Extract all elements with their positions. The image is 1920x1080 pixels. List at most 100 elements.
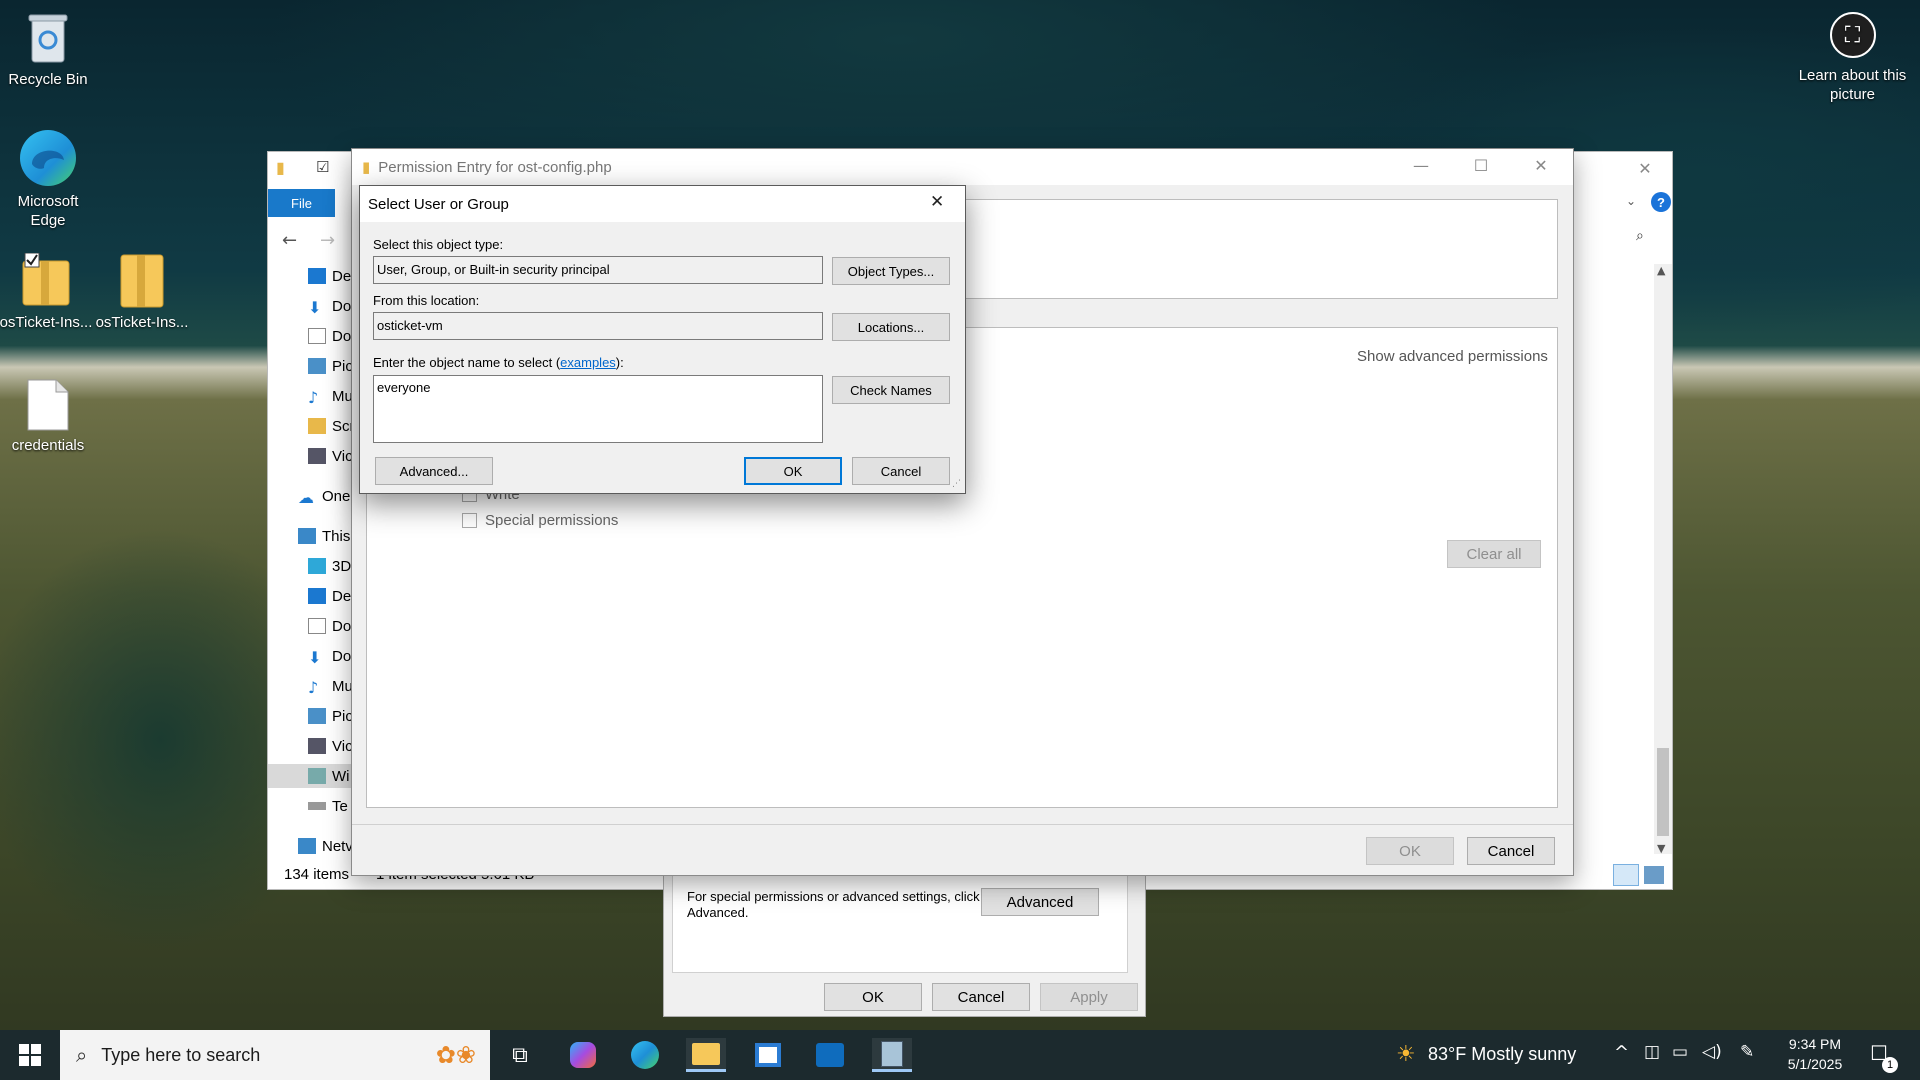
chevron-down-icon[interactable]: ⌄ [1626, 194, 1636, 208]
close-icon[interactable]: ✕ [930, 192, 944, 212]
scroll-down-icon[interactable]: ▼ [1657, 842, 1665, 855]
tree-item[interactable]: Pic [308, 704, 353, 728]
tree-item[interactable]: 3D [308, 554, 351, 578]
tree-item[interactable]: ♪ Mu [308, 674, 353, 698]
maximize-icon[interactable]: ☐ [1452, 149, 1510, 181]
check-names-button[interactable]: Check Names [832, 376, 950, 404]
thumbnail-view-icon[interactable] [1644, 866, 1664, 884]
scrollbar[interactable]: ▲ ▼ [1654, 264, 1672, 855]
file-tab[interactable]: File [268, 189, 335, 217]
object-name-input[interactable]: everyone [373, 375, 823, 443]
device-icon[interactable]: ◫ [1644, 1042, 1660, 1062]
properties-window: For special permissions or advanced sett… [663, 872, 1146, 1017]
desktop-icon-osticket-1[interactable]: osTicket-Ins... [0, 253, 94, 332]
tree-item-onedrive[interactable]: ☁ One [298, 484, 350, 508]
dialog-ok-button[interactable]: OK [744, 457, 842, 485]
forward-arrow-icon[interactable]: → [320, 230, 335, 251]
clear-all-button[interactable]: Clear all [1447, 540, 1541, 568]
properties-cancel-button[interactable]: Cancel [932, 983, 1030, 1011]
locations-button[interactable]: Locations... [832, 313, 950, 341]
object-name-label-suffix: ): [615, 355, 624, 370]
volume-icon[interactable]: ◁) [1702, 1042, 1722, 1062]
task-view-icon[interactable]: ⧉ [500, 1038, 540, 1072]
tree-item[interactable]: De [308, 584, 351, 608]
tree-item-label: Do [332, 327, 352, 345]
location-field: osticket-vm [373, 312, 823, 340]
tree-item[interactable]: Te [308, 794, 348, 818]
text-file-icon [27, 379, 69, 431]
store-icon[interactable] [748, 1038, 788, 1072]
edge-icon [20, 130, 76, 186]
file-explorer-taskbar-icon[interactable] [686, 1038, 726, 1072]
tree-item-label: This [322, 527, 351, 545]
desktop-icon-osticket-2[interactable]: osTicket-Ins... [94, 253, 190, 332]
permission-ok-button[interactable]: OK [1366, 837, 1454, 865]
server-manager-icon[interactable] [872, 1038, 912, 1072]
close-icon[interactable]: ✕ [1512, 149, 1570, 181]
properties-apply-button[interactable]: Apply [1040, 983, 1138, 1011]
checkbox[interactable] [462, 513, 477, 528]
tree-item[interactable]: De [308, 264, 351, 288]
recycle-bin-icon [28, 14, 68, 63]
clock[interactable]: 9:34 PM 5/1/2025 [1770, 1034, 1860, 1074]
tree-item[interactable]: Vic [308, 444, 353, 468]
tree-item[interactable]: ⬇ Do [308, 294, 351, 318]
desktop-icon-recycle-bin[interactable]: Recycle Bin [0, 10, 96, 89]
dialog-title: Select User or Group [368, 195, 509, 213]
close-icon[interactable]: ✕ [1616, 152, 1674, 184]
copilot-icon[interactable] [563, 1038, 603, 1072]
resize-grip-icon[interactable]: ⋰ [952, 479, 961, 489]
tree-item-label: Vic [332, 447, 353, 465]
tree-item-label: Do [332, 617, 352, 635]
show-advanced-permissions-link[interactable]: Show advanced permissions [1357, 348, 1548, 365]
edge-taskbar-icon[interactable] [625, 1038, 665, 1072]
tree-item[interactable]: Vic [308, 734, 353, 758]
advanced-button[interactable]: Advanced... [375, 457, 493, 485]
tree-item[interactable]: ♪ Mu [308, 384, 353, 408]
download-icon: ⬇ [308, 298, 322, 317]
tree-item[interactable]: Do [308, 614, 351, 638]
properties-panel: For special permissions or advanced sett… [672, 873, 1128, 973]
tree-item[interactable]: ⬇ Do [308, 644, 351, 668]
weather-icon[interactable]: ☀ [1396, 1042, 1416, 1067]
back-arrow-icon[interactable]: ← [282, 230, 297, 251]
properties-ok-button[interactable]: OK [824, 983, 922, 1011]
tree-item[interactable]: Pic [308, 354, 353, 378]
tree-item-label: Mu [332, 677, 353, 695]
details-view-icon[interactable] [1613, 864, 1639, 886]
advanced-button[interactable]: Advanced [981, 888, 1099, 916]
weather-text[interactable]: 83°F Mostly sunny [1428, 1044, 1576, 1065]
dialog-cancel-button[interactable]: Cancel [852, 457, 950, 485]
tree-item-label: One [322, 487, 351, 505]
tree-item-selected[interactable]: Wi [268, 764, 352, 788]
permission-special[interactable]: Special permissions [462, 512, 618, 529]
taskbar-search[interactable]: ⌕ Type here to search ✿❀ [60, 1030, 490, 1080]
network-icon[interactable]: ▭ [1672, 1042, 1688, 1062]
scrollbar-thumb[interactable] [1657, 748, 1669, 836]
desktop-icon-credentials[interactable]: credentials [0, 378, 96, 455]
advanced-hint: For special permissions or advanced sett… [687, 889, 980, 920]
minimize-icon[interactable]: — [1392, 149, 1450, 181]
object-types-button[interactable]: Object Types... [832, 257, 950, 285]
pen-icon[interactable]: ✎ [1740, 1042, 1754, 1062]
zip-folder-icon [120, 254, 164, 308]
desktop-icon-edge[interactable]: Microsoft Edge [0, 128, 96, 230]
scroll-up-icon[interactable]: ▲ [1657, 264, 1665, 277]
permission-cancel-button[interactable]: Cancel [1467, 837, 1555, 865]
object-name-label-prefix: Enter the object name to select ( [373, 355, 561, 370]
help-icon[interactable]: ? [1651, 192, 1671, 212]
tree-item[interactable]: Do [308, 324, 351, 348]
taskbar: ⌕ Type here to search ✿❀ ⧉ ☀ 83°F Mostly… [0, 1030, 1920, 1080]
tree-item-network[interactable]: Netv [298, 834, 353, 858]
tree-item[interactable]: Scr [308, 414, 355, 438]
start-icon[interactable] [10, 1038, 50, 1072]
desktop-icon-label: osTicket-Ins... [0, 314, 93, 331]
learn-about-picture[interactable]: ⛶ Learn about this picture [1795, 12, 1910, 104]
permission-entry-titlebar: ▮ Permission Entry for ost-config.php [352, 149, 1573, 185]
outlook-icon[interactable] [810, 1038, 850, 1072]
status-item-count: 134 items [284, 866, 350, 883]
examples-link[interactable]: examples [560, 355, 616, 370]
search-icon[interactable]: ⌕ [1636, 228, 1644, 244]
tree-item-this-pc[interactable]: This [298, 524, 350, 548]
chevron-up-icon[interactable]: ^ [1614, 1042, 1629, 1063]
